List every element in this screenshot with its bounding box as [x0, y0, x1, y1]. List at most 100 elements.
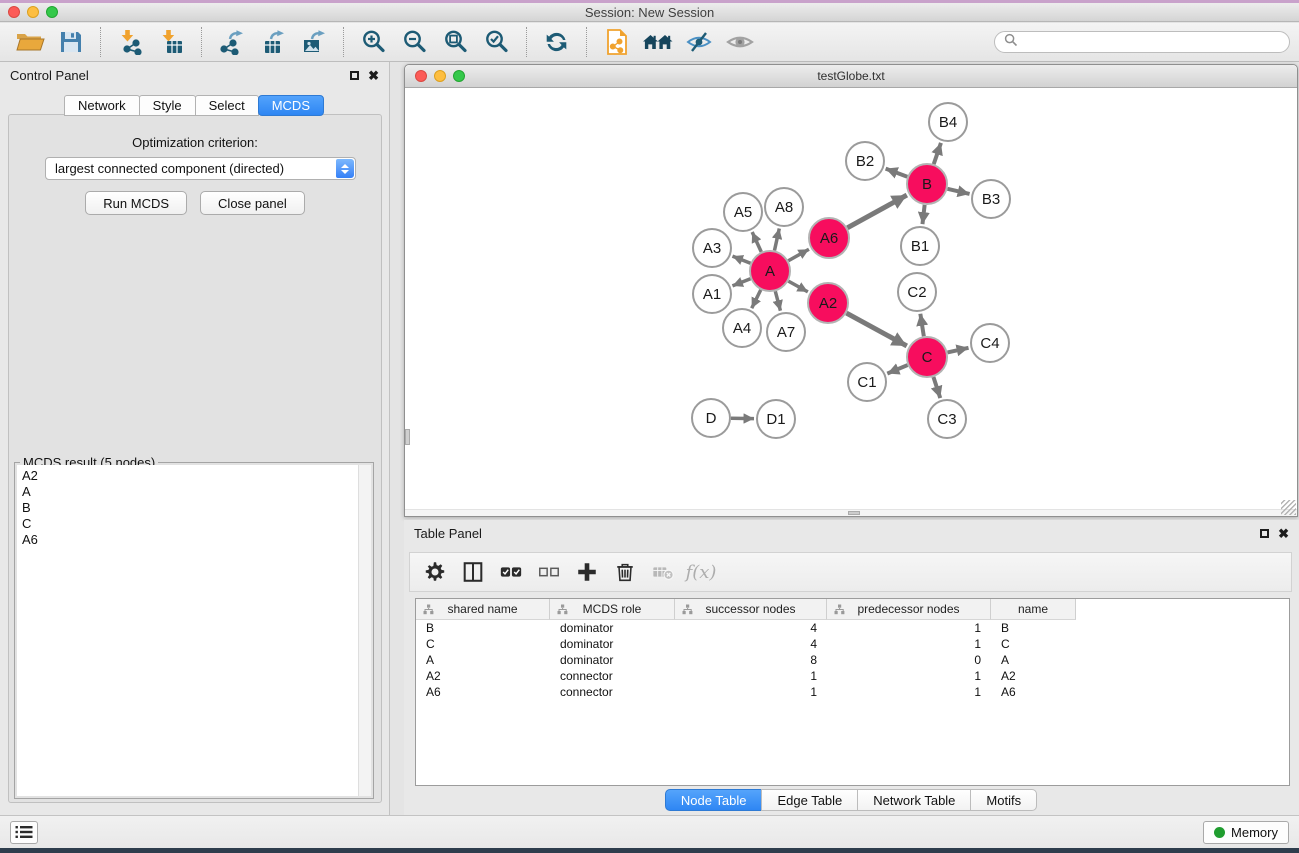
float-panel-icon[interactable]	[350, 71, 359, 80]
graph-edge-A-A1[interactable]	[732, 279, 750, 286]
column-header-successor-nodes[interactable]: successor nodes	[675, 599, 827, 620]
import-network-icon[interactable]	[112, 25, 149, 59]
graph-edge-A-A4[interactable]	[752, 290, 761, 308]
horizontal-scrollbar-thumb[interactable]	[848, 511, 860, 515]
result-scrollbar[interactable]	[358, 465, 371, 796]
optimization-select[interactable]: largest connected component (directed)	[45, 157, 356, 180]
horizontal-scrollbar[interactable]	[405, 509, 1297, 516]
toolbar-icons	[9, 25, 760, 59]
table-cell: 1	[827, 685, 991, 699]
export-network-icon[interactable]	[213, 25, 250, 59]
float-table-panel-icon[interactable]	[1260, 529, 1269, 538]
column-header-name[interactable]: name	[991, 599, 1076, 620]
new-network-from-file-icon[interactable]	[598, 25, 635, 59]
result-list-item[interactable]: A2	[17, 468, 371, 484]
search-input[interactable]	[1023, 35, 1280, 50]
graph-edge-B-B4[interactable]	[934, 143, 941, 164]
close-panel-button[interactable]: Close panel	[200, 191, 305, 215]
result-list-item[interactable]: A6	[17, 532, 371, 548]
export-table-icon[interactable]	[254, 25, 291, 59]
graph-edge-C-C1[interactable]	[887, 365, 907, 373]
result-list-item[interactable]: C	[17, 516, 371, 532]
table-tabs: Node TableEdge TableNetwork TableMotifs	[404, 789, 1299, 811]
column-header-label: MCDS role	[583, 602, 642, 616]
network-window-titlebar[interactable]: testGlobe.txt	[405, 65, 1297, 88]
graph-node-label: C1	[857, 374, 876, 391]
graph-edge-A-A6[interactable]	[788, 249, 809, 261]
import-table-icon[interactable]	[153, 25, 190, 59]
column-header-shared-name[interactable]: shared name	[416, 599, 550, 620]
table-cell: 1	[675, 669, 827, 683]
graph-edge-C-C2[interactable]	[920, 314, 923, 337]
close-table-panel-icon[interactable]: ✖	[1278, 527, 1289, 540]
column-header-predecessor-nodes[interactable]: predecessor nodes	[827, 599, 991, 620]
table-cell: C	[416, 637, 550, 651]
window-title: Session: New Session	[0, 5, 1299, 20]
tab-node-table[interactable]: Node Table	[665, 789, 763, 811]
tab-motifs[interactable]: Motifs	[970, 789, 1037, 811]
select-all-icon[interactable]	[498, 558, 524, 586]
zoom-fit-icon[interactable]	[437, 25, 474, 59]
graph-edge-A-A5[interactable]	[752, 232, 761, 252]
tab-mcds[interactable]: MCDS	[258, 95, 324, 116]
task-history-button[interactable]	[10, 821, 38, 844]
tab-select[interactable]: Select	[195, 95, 259, 116]
graph-edge-C-C3[interactable]	[933, 377, 940, 398]
vertical-scrollbar-thumb[interactable]	[405, 429, 410, 445]
table-row[interactable]: Bdominator41B	[416, 620, 1289, 636]
table-cell: A6	[416, 685, 550, 699]
graph-edge-A-A3[interactable]	[732, 256, 750, 263]
memory-status-icon	[1214, 827, 1225, 838]
settings-gear-icon[interactable]	[422, 558, 448, 586]
graph-edge-C-C4[interactable]	[947, 348, 968, 353]
run-mcds-button[interactable]: Run MCDS	[85, 191, 187, 215]
table-row[interactable]: A6connector11A6	[416, 684, 1289, 700]
graph-node-label: B4	[939, 114, 957, 131]
zoom-in-icon[interactable]	[355, 25, 392, 59]
toolbar-separator	[526, 27, 527, 57]
columns-icon[interactable]	[460, 558, 486, 586]
toolbar-separator	[201, 27, 202, 57]
toolbar-separator	[100, 27, 101, 57]
table-row[interactable]: A2connector11A2	[416, 668, 1289, 684]
titlebar[interactable]: Session: New Session	[0, 3, 1299, 22]
column-header-MCDS-role[interactable]: MCDS role	[550, 599, 675, 620]
tab-network-table[interactable]: Network Table	[857, 789, 971, 811]
memory-button[interactable]: Memory	[1203, 821, 1289, 844]
add-row-icon[interactable]	[574, 558, 600, 586]
tab-style[interactable]: Style	[139, 95, 196, 116]
export-image-icon[interactable]	[295, 25, 332, 59]
graph-edge-B-B1[interactable]	[922, 205, 924, 224]
network-canvas[interactable]: B4B2BB3A5A8A6A3B1AA1C2A2A4A7C4CC1C3DD1	[405, 89, 1297, 516]
column-header-label: shared name	[447, 602, 517, 616]
table-row[interactable]: Adominator80A	[416, 652, 1289, 668]
search-field[interactable]	[994, 31, 1290, 53]
graph-edge-A-A8[interactable]	[774, 228, 779, 250]
column-header-label: name	[1018, 602, 1048, 616]
resize-grip-icon[interactable]	[1281, 500, 1296, 515]
delete-table-icon	[650, 558, 676, 586]
graph-edge-A6-B[interactable]	[847, 195, 906, 228]
open-session-icon[interactable]	[11, 25, 48, 59]
first-neighbors-icon[interactable]	[639, 25, 676, 59]
tab-edge-table[interactable]: Edge Table	[761, 789, 858, 811]
delete-row-icon[interactable]	[612, 558, 638, 586]
table-panel: Table Panel ✖ f(x) shared nameMCDS roles…	[404, 520, 1299, 815]
close-panel-icon[interactable]: ✖	[368, 69, 379, 82]
deselect-all-icon[interactable]	[536, 558, 562, 586]
graph-edge-A2-C[interactable]	[846, 313, 906, 346]
graph-edge-B-B3[interactable]	[947, 189, 969, 194]
save-session-icon[interactable]	[52, 25, 89, 59]
result-list-item[interactable]: A	[17, 484, 371, 500]
graph-edge-B-B2[interactable]	[886, 169, 908, 177]
zoom-out-icon[interactable]	[396, 25, 433, 59]
table-row[interactable]: Cdominator41C	[416, 636, 1289, 652]
refresh-icon[interactable]	[538, 25, 575, 59]
zoom-selected-icon[interactable]	[478, 25, 515, 59]
hide-selected-icon[interactable]	[680, 25, 717, 59]
application-window: Session: New Session Control Panel ✖ Net…	[0, 0, 1299, 853]
graph-edge-A-A2[interactable]	[788, 281, 807, 292]
graph-edge-A-A7[interactable]	[775, 291, 780, 310]
result-list-item[interactable]: B	[17, 500, 371, 516]
tab-network[interactable]: Network	[64, 95, 140, 116]
